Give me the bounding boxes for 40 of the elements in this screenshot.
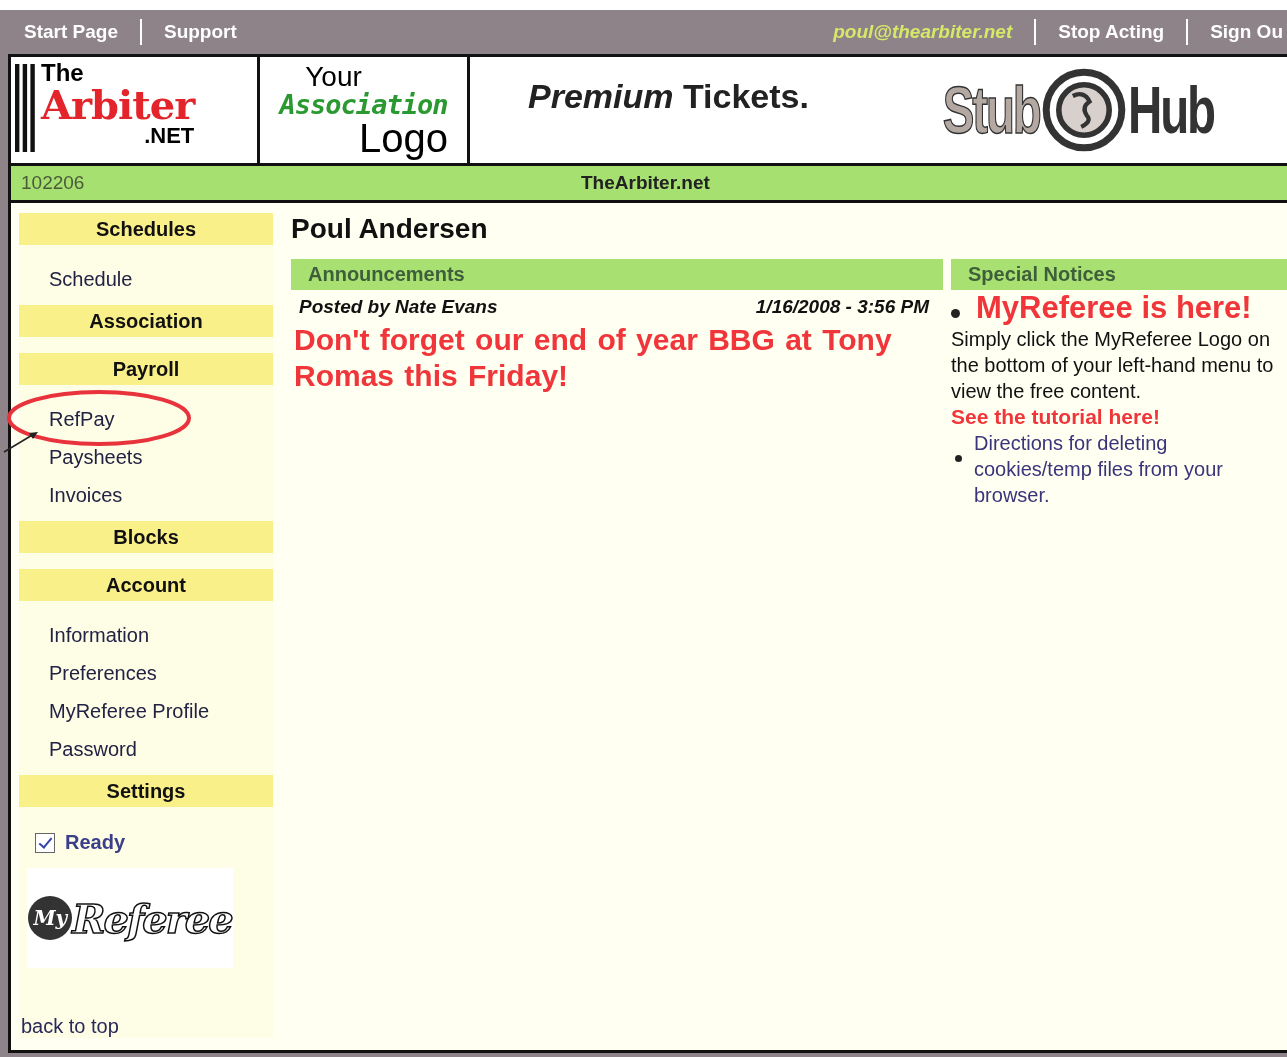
- ready-checkbox[interactable]: [35, 832, 55, 853]
- sidebar-section-heading[interactable]: Association: [19, 305, 273, 337]
- notice-link[interactable]: Directions for deleting cookies/temp files from your browser.: [974, 430, 1287, 508]
- notice-text: Simply click the MyReferee Logo on the bottom of your left-hand menu to view the free content.: [951, 327, 1275, 404]
- top-nav-link[interactable]: Sign Ou: [1206, 21, 1287, 43]
- sidebar-section-heading[interactable]: Settings: [19, 775, 273, 807]
- sidebar-link[interactable]: Preferences: [49, 659, 273, 697]
- association-logo: Your Association Logo: [260, 57, 467, 163]
- special-notices-header: Special Notices: [951, 259, 1287, 290]
- sidebar-section-heading[interactable]: Blocks: [19, 521, 273, 553]
- globe-icon: [1041, 68, 1126, 152]
- sidebar-section-heading[interactable]: Schedules: [19, 213, 273, 245]
- bullet-icon: [951, 308, 960, 318]
- sidebar-section-heading[interactable]: Payroll: [19, 353, 273, 385]
- sidebar-link[interactable]: Schedule: [49, 265, 273, 303]
- barcode-stripes-icon: [15, 61, 37, 155]
- arbiter-logo: The Arbiter .NET: [11, 57, 257, 163]
- sidebar-link[interactable]: Password: [49, 735, 273, 773]
- sidebar-link[interactable]: RefPay: [49, 405, 273, 443]
- site-name: TheArbiter.net: [581, 172, 710, 194]
- sidebar-link[interactable]: Paysheets: [49, 443, 273, 481]
- top-nav-link[interactable]: Stop Acting: [1054, 21, 1169, 43]
- announcement-message: Don't forget our end of year BBG at Tony Romas this Friday!: [293, 322, 893, 394]
- bullet-icon: [955, 454, 962, 462]
- checkbox-label: Ready: [65, 831, 126, 854]
- top-nav-link[interactable]: Start Page: [20, 21, 122, 43]
- sidebar-section-heading[interactable]: Account: [19, 569, 273, 601]
- account-number: 102206: [21, 172, 85, 194]
- sidebar-link[interactable]: MyReferee Profile: [49, 697, 273, 735]
- ad-banner[interactable]: Premium Tickets. Stub Hub: [470, 57, 1287, 163]
- user-name-heading: Poul Andersen: [291, 213, 489, 245]
- post-author: Posted by Nate Evans: [299, 296, 498, 318]
- post-time: 1/16/2008 - 3:56 PM: [755, 296, 929, 318]
- tutorial-link[interactable]: See the tutorial here!: [951, 405, 1160, 428]
- top-nav-link[interactable]: Support: [160, 21, 241, 43]
- back-to-top-link[interactable]: back to top: [21, 1015, 273, 1038]
- notice-headline: MyReferee is here!: [976, 290, 1252, 326]
- announcements-header: Announcements: [291, 259, 943, 290]
- sidebar-link[interactable]: Invoices: [49, 481, 273, 519]
- sidebar-link[interactable]: Information: [49, 621, 273, 659]
